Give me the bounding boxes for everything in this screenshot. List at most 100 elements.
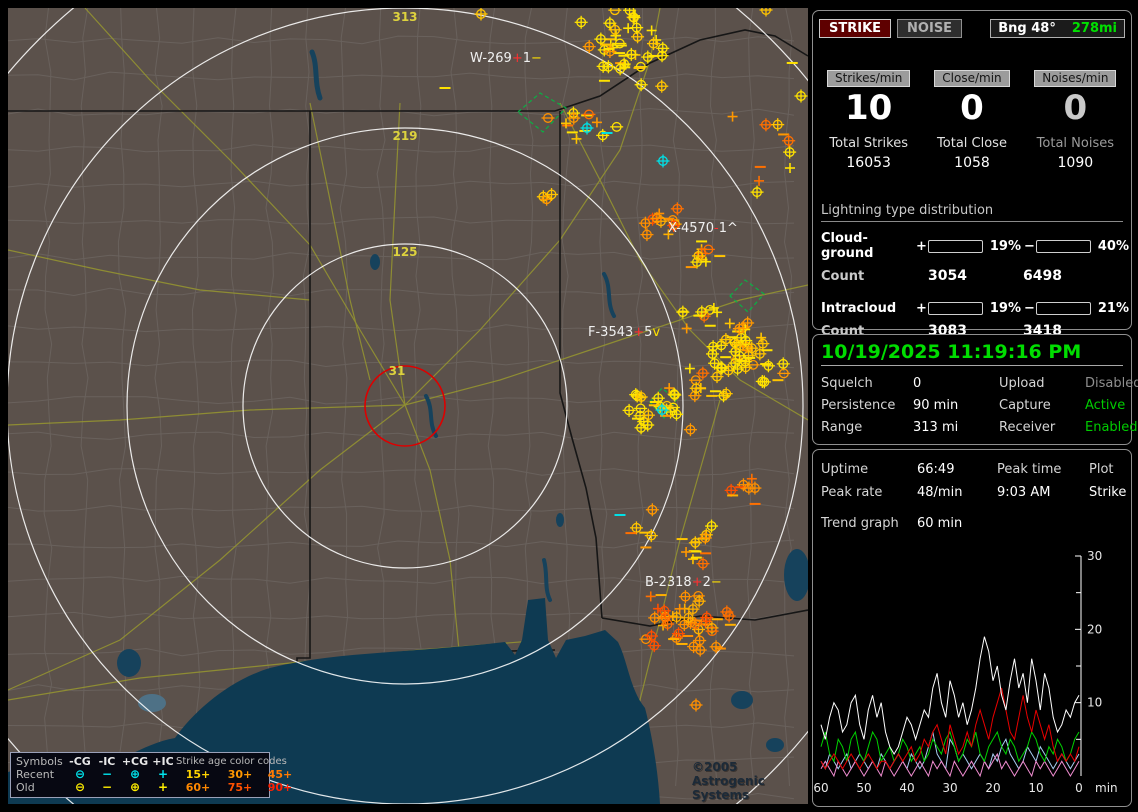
- total-strikes-value: 16053: [817, 155, 920, 171]
- intracloud-label: Intracloud: [821, 301, 915, 316]
- trend-graph-value: 60 min: [917, 516, 1123, 531]
- x-tick-label: 40: [899, 781, 914, 795]
- y-tick-label: 20: [1087, 622, 1102, 636]
- close-per-min-value: 0: [920, 89, 1023, 127]
- ring-label: 219: [392, 129, 417, 143]
- age-75: 75+: [220, 781, 260, 794]
- receiver-label: Receiver: [999, 420, 1085, 435]
- copyright-text: ©2005 Astrogenic Systems: [692, 760, 808, 802]
- total-close-label: Total Close: [920, 136, 1023, 151]
- circled-plus-icon: ⊕: [120, 781, 150, 794]
- noises-per-min-value: 0: [1024, 89, 1127, 127]
- intracloud-row: Intracloud + 19% − 21%: [821, 301, 1123, 316]
- age-30: 30+: [220, 768, 260, 781]
- map-canvas[interactable]: 313 219 125 31 W-269+1− X-4570-1^ F-3543+5v B-2…: [8, 8, 808, 804]
- ic-plus-bar: [928, 302, 983, 315]
- storm-cell-label: F-3543+5v: [588, 325, 660, 340]
- strikes-per-min-column: Strikes/min 10 Total Strikes 16053: [817, 67, 920, 171]
- cg-minus-pct: 40%: [1091, 239, 1131, 254]
- datetime-display: 10/19/2025 11:19:16 PM: [821, 341, 1123, 366]
- ring-label: 31: [389, 364, 406, 378]
- age-90: 90+: [260, 781, 300, 794]
- range-label: Range: [821, 420, 913, 435]
- strike-button[interactable]: STRIKE: [819, 19, 891, 38]
- total-close-value: 1058: [920, 155, 1023, 171]
- series--CG: [821, 732, 1079, 769]
- chart-series: [821, 637, 1079, 776]
- legend-age-title: Strike age color codes: [176, 755, 300, 768]
- squelch-label: Squelch: [821, 376, 913, 391]
- persistence-value: 90 min: [913, 398, 999, 413]
- close-per-min-chip[interactable]: Close/min: [934, 70, 1009, 87]
- uptime-label: Uptime: [821, 462, 917, 477]
- capture-value: Active: [1085, 398, 1138, 413]
- peak-rate-label: Peak rate: [821, 485, 917, 500]
- noise-button[interactable]: NOISE: [897, 19, 962, 38]
- total-noises-label: Total Noises: [1024, 136, 1127, 151]
- x-tick-label: 10: [1028, 781, 1043, 795]
- strikes-per-min-chip[interactable]: Strikes/min: [827, 70, 910, 87]
- storm-cell-label: B-2318+2−: [645, 575, 722, 590]
- distance-value: 278mi: [1072, 20, 1117, 37]
- noises-per-min-chip[interactable]: Noises/min: [1034, 70, 1116, 87]
- peak-rate-value: 48/min: [917, 485, 997, 500]
- x-tick-label: 50: [856, 781, 871, 795]
- cg-plus-count: 3054: [928, 268, 1023, 284]
- status-panel: 10/19/2025 11:19:16 PM Squelch 0 Upload …: [812, 334, 1132, 445]
- storm-cell-label: X-4570-1^: [668, 221, 738, 236]
- circled-minus-icon: ⊖: [66, 781, 94, 794]
- legend-row-recent-label: Recent: [16, 768, 66, 781]
- y-tick-label: 30: [1087, 549, 1102, 563]
- trend-graph-label: Trend graph: [821, 516, 917, 531]
- ic-plus-pct: 19%: [983, 301, 1023, 316]
- plot-label: Plot: [1089, 462, 1126, 477]
- x-tick-label: 60: [813, 781, 828, 795]
- storm-cell-label: W-269+1−: [470, 51, 542, 66]
- total-strikes-label: Total Strikes: [817, 136, 920, 151]
- series-Total: [821, 637, 1079, 754]
- plot-value: Strike: [1089, 485, 1126, 500]
- persistence-label: Persistence: [821, 398, 913, 413]
- distribution-title: Lightning type distribution: [821, 203, 1123, 222]
- cloud-ground-row: Cloud-ground + 19% − 40%: [821, 231, 1123, 261]
- upload-value: Disabled: [1085, 376, 1138, 391]
- series-+IC: [821, 754, 1079, 776]
- strike-stats-panel: STRIKE NOISE Bng 48° 278mi Strikes/min 1…: [812, 10, 1132, 330]
- ring-label: 313: [392, 10, 417, 24]
- bearing-value: Bng 48°: [998, 20, 1056, 37]
- ic-minus-pct: 21%: [1091, 301, 1131, 316]
- map-legend: Symbols -CG -IC +CG +IC Strike age color…: [10, 752, 270, 798]
- app-window: 313 219 125 31 W-269+1− X-4570-1^ F-3543+5v B-2…: [0, 0, 1138, 812]
- cg-minus-bar: [1036, 240, 1091, 253]
- noises-per-min-column: Noises/min 0 Total Noises 1090: [1024, 67, 1127, 171]
- squelch-value: 0: [913, 376, 999, 391]
- bearing-readout: Bng 48° 278mi: [990, 19, 1125, 38]
- minus-sign: −: [1023, 301, 1036, 316]
- series-+CG: [821, 688, 1079, 769]
- strikes-per-min-value: 10: [817, 89, 920, 127]
- plus-sign: +: [915, 301, 928, 316]
- cloud-ground-label: Cloud-ground: [821, 231, 915, 261]
- lightning-type-distribution: Lightning type distribution Cloud-ground…: [821, 203, 1123, 339]
- lightning-map[interactable]: 313 219 125 31 W-269+1− X-4570-1^ F-3543+5v B-2…: [8, 8, 808, 804]
- trend-chart: 1020306050403020100min: [813, 544, 1131, 804]
- peak-time-label: Peak time: [997, 462, 1089, 477]
- plus-icon: +: [150, 781, 176, 794]
- age-15: 15+: [176, 768, 220, 781]
- ic-minus-bar: [1036, 302, 1091, 315]
- legend-symbols-title: Symbols: [16, 755, 66, 768]
- count-label: Count: [821, 269, 915, 284]
- upload-label: Upload: [999, 376, 1085, 391]
- trend-panel: Uptime 66:49 Peak time Plot Peak rate 48…: [812, 449, 1132, 807]
- age-45: 45+: [260, 768, 300, 781]
- cg-plus-bar: [928, 240, 983, 253]
- peak-time-value: 9:03 AM: [997, 485, 1089, 500]
- cg-plus-pct: 19%: [983, 239, 1023, 254]
- x-axis-unit: min: [1095, 781, 1118, 795]
- minus-sign: −: [1023, 239, 1036, 254]
- ring-label: 125: [392, 245, 417, 259]
- total-noises-value: 1090: [1024, 155, 1127, 171]
- uptime-value: 66:49: [917, 462, 997, 477]
- close-per-min-column: Close/min 0 Total Close 1058: [920, 67, 1023, 171]
- x-tick-label: 30: [942, 781, 957, 795]
